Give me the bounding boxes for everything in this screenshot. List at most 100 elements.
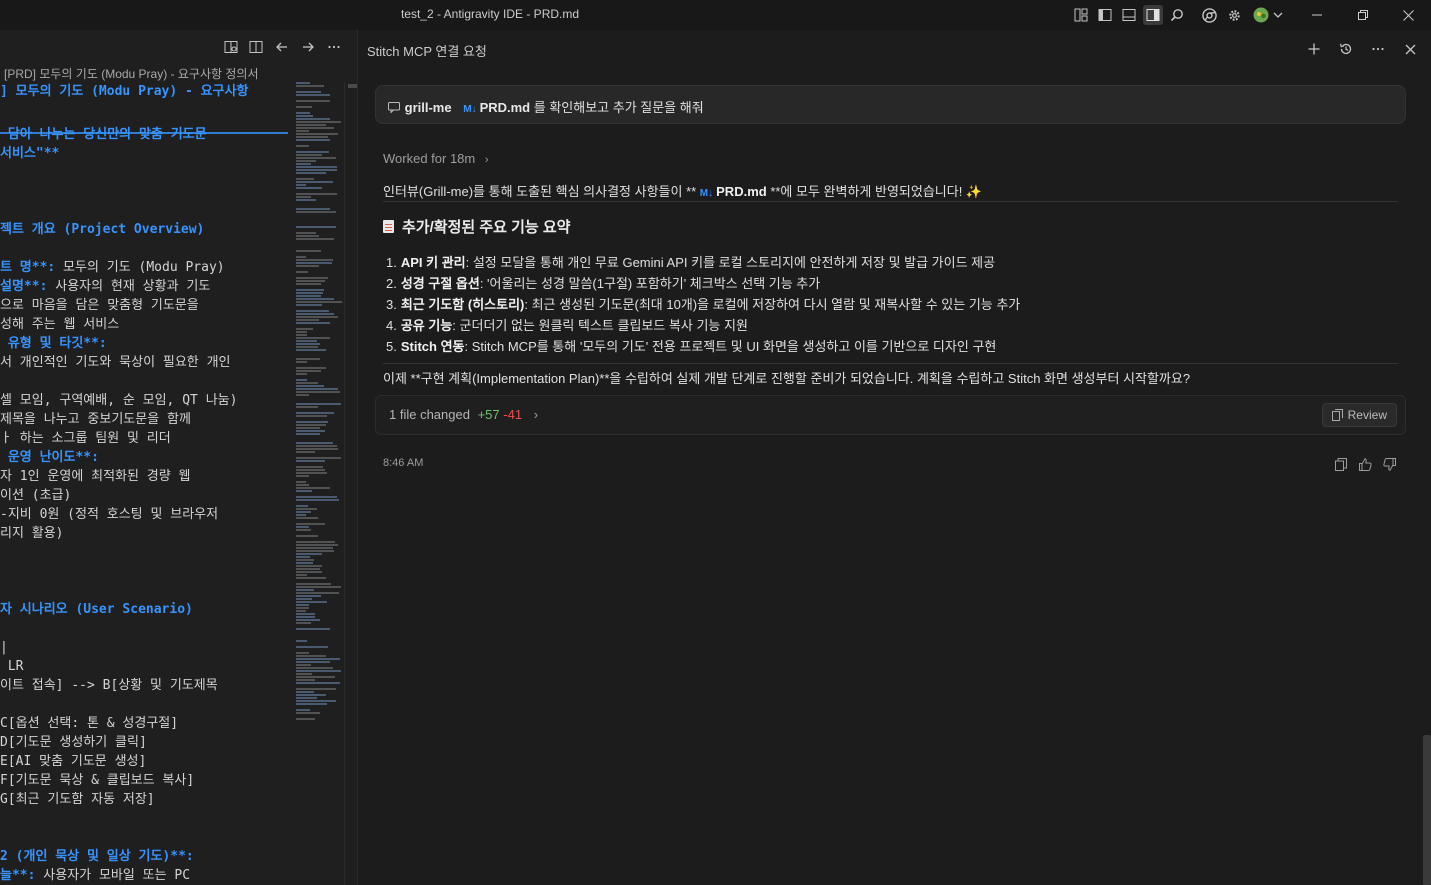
worked-duration-toggle[interactable]: Worked for 18m ›	[383, 151, 489, 166]
minimap-line	[296, 466, 323, 468]
code-editor[interactable]: ] 모두의 기도 (Modu Pray) - 요구사항 담아 나누는 당신만의 …	[0, 82, 292, 885]
minimap-line	[296, 283, 321, 285]
code-line: 셀 모임, 구역예배, 순 모임, QT 나눔)	[0, 393, 238, 408]
minimap-line	[296, 85, 324, 87]
minimap-line	[296, 289, 324, 291]
divider	[383, 201, 1398, 202]
file-chip[interactable]: PRD.md	[480, 100, 531, 115]
close-panel-icon[interactable]	[1401, 40, 1419, 58]
code-line: E[AI 맞춤 기도문 생성]	[0, 754, 147, 769]
minimap-line	[296, 127, 334, 129]
new-chat-icon[interactable]	[1305, 40, 1323, 58]
close-window-button[interactable]	[1385, 0, 1431, 30]
open-preview-icon[interactable]	[222, 38, 240, 56]
chevron-down-icon[interactable]	[1268, 5, 1288, 25]
go-back-icon[interactable]	[273, 38, 291, 56]
minimap-line	[296, 295, 321, 297]
heading-underline	[0, 132, 288, 134]
code-line: 성해 주는 웹 서비스	[0, 317, 120, 332]
minimap-line	[296, 331, 307, 333]
toggle-panel-icon[interactable]	[1119, 5, 1139, 25]
minimap-line	[296, 406, 318, 408]
editor-scrollbar-thumb[interactable]	[348, 84, 357, 88]
editor-toolbar	[0, 30, 357, 62]
feature-item-title: Stitch 연동	[400, 339, 465, 354]
code-line: 서 개인적인 기도와 묵상이 필요한 개인	[0, 355, 231, 370]
minimap-line	[296, 265, 319, 267]
code-line: 2 (개인 묵상 및 일상 기도)**:	[0, 849, 194, 864]
minimap-line	[296, 100, 330, 102]
history-icon[interactable]	[1337, 40, 1355, 58]
minimap-line	[296, 232, 316, 234]
minimap-line	[296, 604, 309, 606]
minimize-button[interactable]	[1294, 0, 1340, 30]
feature-item-text: : Stitch MCP를 통해 '모두의 기도' 전용 프로젝트 및 UI 화…	[464, 339, 997, 354]
answer-file-link[interactable]: PRD.md	[716, 184, 767, 199]
minimap-line	[296, 430, 325, 432]
minimap-line	[296, 607, 309, 609]
minimap-line	[296, 523, 325, 525]
code-line: G[최근 기도함 자동 저장]	[0, 792, 155, 807]
minimap[interactable]	[294, 82, 343, 722]
review-button[interactable]: Review	[1321, 403, 1397, 427]
gear-icon[interactable]	[1224, 5, 1244, 25]
minimap-line	[296, 628, 330, 630]
breadcrumb[interactable]: [PRD] 모두의 기도 (Modu Pray) - 요구사항 정의서	[4, 65, 259, 82]
layout-customize-icon[interactable]	[1071, 5, 1091, 25]
minimap-line	[296, 658, 340, 660]
toggle-sidebar-icon[interactable]	[1095, 5, 1115, 25]
minimap-line	[296, 112, 310, 114]
minimap-line	[296, 208, 330, 210]
chrome-icon[interactable]	[1199, 5, 1219, 25]
minimap-line	[296, 121, 341, 123]
minimap-line	[296, 610, 306, 612]
answer-intro-post: **에 모두 완벽하게 반영되었습니다! ✨	[766, 184, 983, 199]
feature-item-title: 공유 기능	[400, 318, 453, 333]
minimap-line	[296, 535, 318, 537]
minimap-line	[296, 136, 328, 138]
review-icon	[1331, 409, 1343, 421]
minimap-line	[296, 385, 324, 387]
minimap-line	[296, 484, 309, 486]
minimap-line	[296, 310, 329, 312]
lines-removed: -41	[503, 407, 523, 422]
minimap-line	[296, 226, 336, 228]
go-forward-icon[interactable]	[299, 38, 317, 56]
minimap-line	[296, 133, 338, 135]
minimap-line	[296, 415, 327, 417]
editor-pane: [PRD] 모두의 기도 (Modu Pray) - 요구사항 정의서 ] 모두…	[0, 30, 357, 885]
minimap-line	[296, 694, 326, 696]
thumbs-down-icon[interactable]	[1381, 456, 1397, 472]
minimap-line	[296, 712, 320, 714]
minimap-line	[296, 322, 330, 324]
minimap-line	[296, 571, 322, 573]
summary-heading: 추가/확정된 주요 기능 요약	[383, 216, 570, 237]
editor-scrollbar[interactable]	[344, 82, 357, 885]
minimap-line	[296, 106, 312, 108]
thumbs-up-icon[interactable]	[1357, 456, 1373, 472]
review-button-label: Review	[1347, 408, 1387, 422]
minimap-line	[296, 421, 328, 423]
skill-chip[interactable]: grill-me	[405, 100, 452, 115]
maximize-button[interactable]	[1340, 0, 1386, 30]
minimap-line	[296, 619, 320, 621]
toggle-secondary-sidebar-icon[interactable]	[1143, 5, 1163, 25]
chat-scrollbar-thumb[interactable]	[1423, 735, 1431, 885]
more-actions-icon[interactable]	[325, 38, 343, 56]
file-changes-summary[interactable]: 1 file changed +57 -41 › Review	[375, 395, 1406, 435]
minimap-line	[296, 124, 326, 126]
code-line: F[기도문 묵상 & 클립보드 복사]	[0, 773, 195, 788]
feature-item-text: : 군더더기 없는 원클릭 텍스트 클립보드 복사 기능 지원	[452, 318, 748, 333]
minimap-line	[296, 640, 307, 642]
copy-icon[interactable]	[1333, 456, 1349, 472]
minimap-line	[296, 577, 326, 579]
minimap-line	[296, 568, 320, 570]
worked-duration-label: Worked for 18m	[383, 151, 476, 166]
search-icon[interactable]	[1167, 5, 1187, 25]
chat-more-icon[interactable]	[1369, 40, 1387, 58]
code-line: 리지 활용)	[0, 526, 64, 541]
split-editor-icon[interactable]	[247, 38, 265, 56]
file-changes-label: 1 file changed +57 -41 ›	[389, 407, 538, 422]
minimap-line	[296, 346, 318, 348]
minimap-line	[296, 163, 311, 165]
